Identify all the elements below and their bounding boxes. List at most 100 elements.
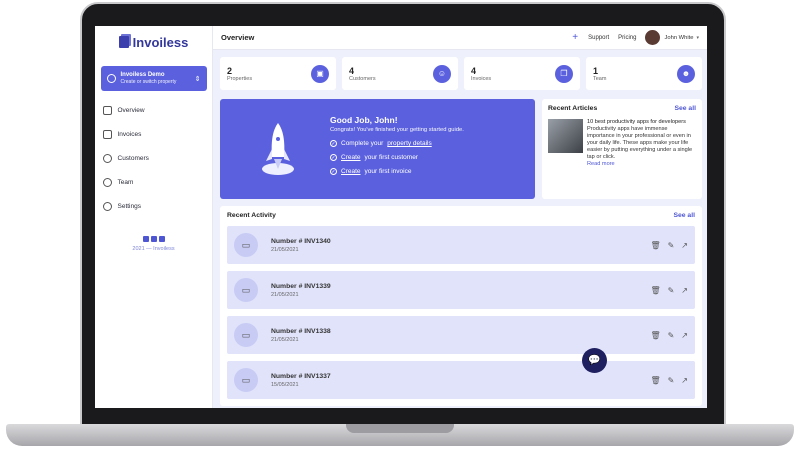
todo-item: ✓ Complete your property details — [330, 140, 464, 147]
home-icon — [102, 105, 112, 115]
trash-icon[interactable]: 🗑 — [650, 286, 660, 295]
see-all-link[interactable]: See all — [674, 105, 696, 112]
external-link-icon[interactable]: ↗ — [681, 331, 688, 340]
facebook-icon[interactable] — [150, 236, 157, 242]
todo-text: your first invoice — [364, 168, 412, 175]
logo-icon — [118, 36, 129, 48]
sidebar-item-label: Team — [117, 178, 134, 186]
document-icon: ▭ — [234, 278, 258, 302]
topbar: Overview + Support Pricing John White ▾ — [213, 26, 707, 50]
stats-row: 2 Properties ▣ 4 Customers ☺ 4 Invoices … — [220, 57, 702, 90]
laptop-notch — [346, 424, 454, 433]
invoice-number: Number # INV1339 — [271, 282, 331, 290]
stat-label: Properties — [227, 75, 253, 82]
stat-card-invoices[interactable]: 4 Invoices ❐ — [464, 57, 580, 90]
edit-icon[interactable]: ✎ — [668, 376, 675, 385]
chevron-updown-icon: ⇕ — [194, 75, 201, 83]
trash-icon[interactable]: 🗑 — [650, 331, 660, 340]
document-icon: ▭ — [234, 323, 258, 347]
invoice-number: Number # INV1337 — [271, 372, 331, 380]
invoice-date: 21/05/2021 — [271, 336, 299, 343]
copy-icon: ❐ — [555, 64, 573, 83]
hero-heading: Good Job, John! — [330, 115, 398, 125]
document-icon: ▭ — [234, 368, 258, 392]
pricing-link[interactable]: Pricing — [618, 35, 636, 41]
getting-started-card: Good Job, John! Congrats! You've finishe… — [220, 99, 535, 199]
invoice-number: Number # INV1340 — [271, 237, 331, 245]
activity-row[interactable]: ▭ Number # INV1337 15/05/2021 🗑 ✎ ↗ — [227, 361, 695, 399]
todo-item: ✓ Create your first customer — [330, 154, 464, 161]
sidebar-item-overview[interactable]: Overview — [101, 98, 207, 122]
add-icon[interactable]: + — [572, 32, 578, 43]
stat-value: 1 — [593, 65, 599, 76]
edit-icon[interactable]: ✎ — [668, 286, 675, 295]
stat-label: Invoices — [471, 75, 492, 82]
support-link[interactable]: Support — [588, 35, 609, 41]
edit-icon[interactable]: ✎ — [668, 241, 675, 250]
trash-icon[interactable]: 🗑 — [650, 241, 660, 250]
box-icon: ▣ — [311, 64, 329, 83]
create-invoice-link[interactable]: Create — [341, 168, 361, 175]
logo[interactable]: Invoiless — [118, 34, 188, 50]
invoice-number: Number # INV1338 — [271, 327, 331, 335]
stat-label: Customers — [349, 75, 376, 82]
user-name[interactable]: John White — [664, 35, 693, 41]
stat-card-customers[interactable]: 4 Customers ☺ — [342, 57, 458, 90]
sidebar-item-label: Customers — [117, 154, 149, 162]
check-circle-icon: ✓ — [330, 140, 337, 147]
sidebar-item-team[interactable]: Team — [101, 170, 207, 194]
social-links — [142, 236, 165, 242]
team-icon — [102, 177, 112, 187]
trash-icon[interactable]: 🗑 — [650, 376, 660, 385]
read-more-link[interactable]: Read more — [587, 161, 696, 168]
check-circle-icon: ✓ — [330, 168, 337, 175]
stat-value: 4 — [349, 65, 355, 76]
chevron-down-icon[interactable]: ▾ — [696, 35, 699, 41]
invoice-date: 21/05/2021 — [271, 291, 299, 298]
activity-row[interactable]: ▭ Number # INV1338 21/05/2021 🗑 ✎ ↗ — [227, 316, 695, 354]
avatar[interactable] — [645, 30, 661, 45]
switcher-title: Invoiless Demo — [120, 71, 165, 78]
stat-value: 4 — [471, 65, 477, 76]
property-details-link[interactable]: property details — [387, 140, 431, 147]
app-screen: Invoiless Invoiless Demo Create or switc… — [95, 26, 707, 408]
see-all-link[interactable]: See all — [673, 212, 695, 219]
stat-card-properties[interactable]: 2 Properties ▣ — [220, 57, 336, 90]
check-circle-icon: ✓ — [330, 154, 337, 161]
copyright: 2021 — Invoiless — [132, 246, 175, 252]
stat-value: 2 — [227, 65, 233, 76]
external-link-icon[interactable]: ↗ — [681, 241, 688, 250]
laptop-frame: Invoiless Invoiless Demo Create or switc… — [0, 0, 800, 454]
article-item[interactable]: 10 best productivity apps for developers… — [548, 119, 696, 187]
section-title: Recent Articles — [548, 105, 598, 112]
external-link-icon[interactable]: ↗ — [681, 286, 688, 295]
dashboard-content: 2 Properties ▣ 4 Customers ☺ 4 Invoices … — [213, 50, 707, 408]
activity-row[interactable]: ▭ Number # INV1340 21/05/2021 🗑 ✎ ↗ — [227, 226, 695, 264]
external-link-icon[interactable]: ↗ — [681, 376, 688, 385]
invoice-date: 15/05/2021 — [271, 381, 299, 388]
property-switcher[interactable]: Invoiless Demo Create or switch property… — [100, 66, 207, 91]
page-title: Overview — [221, 33, 255, 42]
users-icon — [102, 153, 112, 163]
main-area: Overview + Support Pricing John White ▾ … — [213, 26, 707, 408]
recent-articles-card: Recent Articles See all 10 best producti… — [542, 99, 702, 199]
user-icon: ☻ — [677, 64, 695, 83]
switcher-subtitle: Create or switch property — [120, 78, 177, 85]
sidebar-item-customers[interactable]: Customers — [101, 146, 207, 170]
twitter-icon[interactable] — [142, 236, 149, 242]
document-icon: ▭ — [234, 233, 258, 257]
todo-text: your first customer — [364, 154, 418, 161]
sidebar-nav: Overview Invoices Customers Team Setting… — [101, 98, 207, 218]
activity-row[interactable]: ▭ Number # INV1339 21/05/2021 🗑 ✎ ↗ — [227, 271, 695, 309]
linkedin-icon[interactable] — [158, 236, 165, 242]
article-title: 10 best productivity apps for developers — [587, 119, 686, 125]
stat-card-team[interactable]: 1 Team ☻ — [586, 57, 702, 90]
create-customer-link[interactable]: Create — [341, 154, 361, 161]
chat-bubble-icon[interactable]: 💬 — [582, 348, 607, 373]
copy-icon — [102, 129, 112, 139]
sidebar-item-invoices[interactable]: Invoices — [101, 122, 207, 146]
edit-icon[interactable]: ✎ — [668, 331, 675, 340]
sidebar-item-settings[interactable]: Settings — [101, 194, 207, 218]
gear-icon — [102, 201, 112, 211]
rocket-icon — [262, 123, 294, 175]
